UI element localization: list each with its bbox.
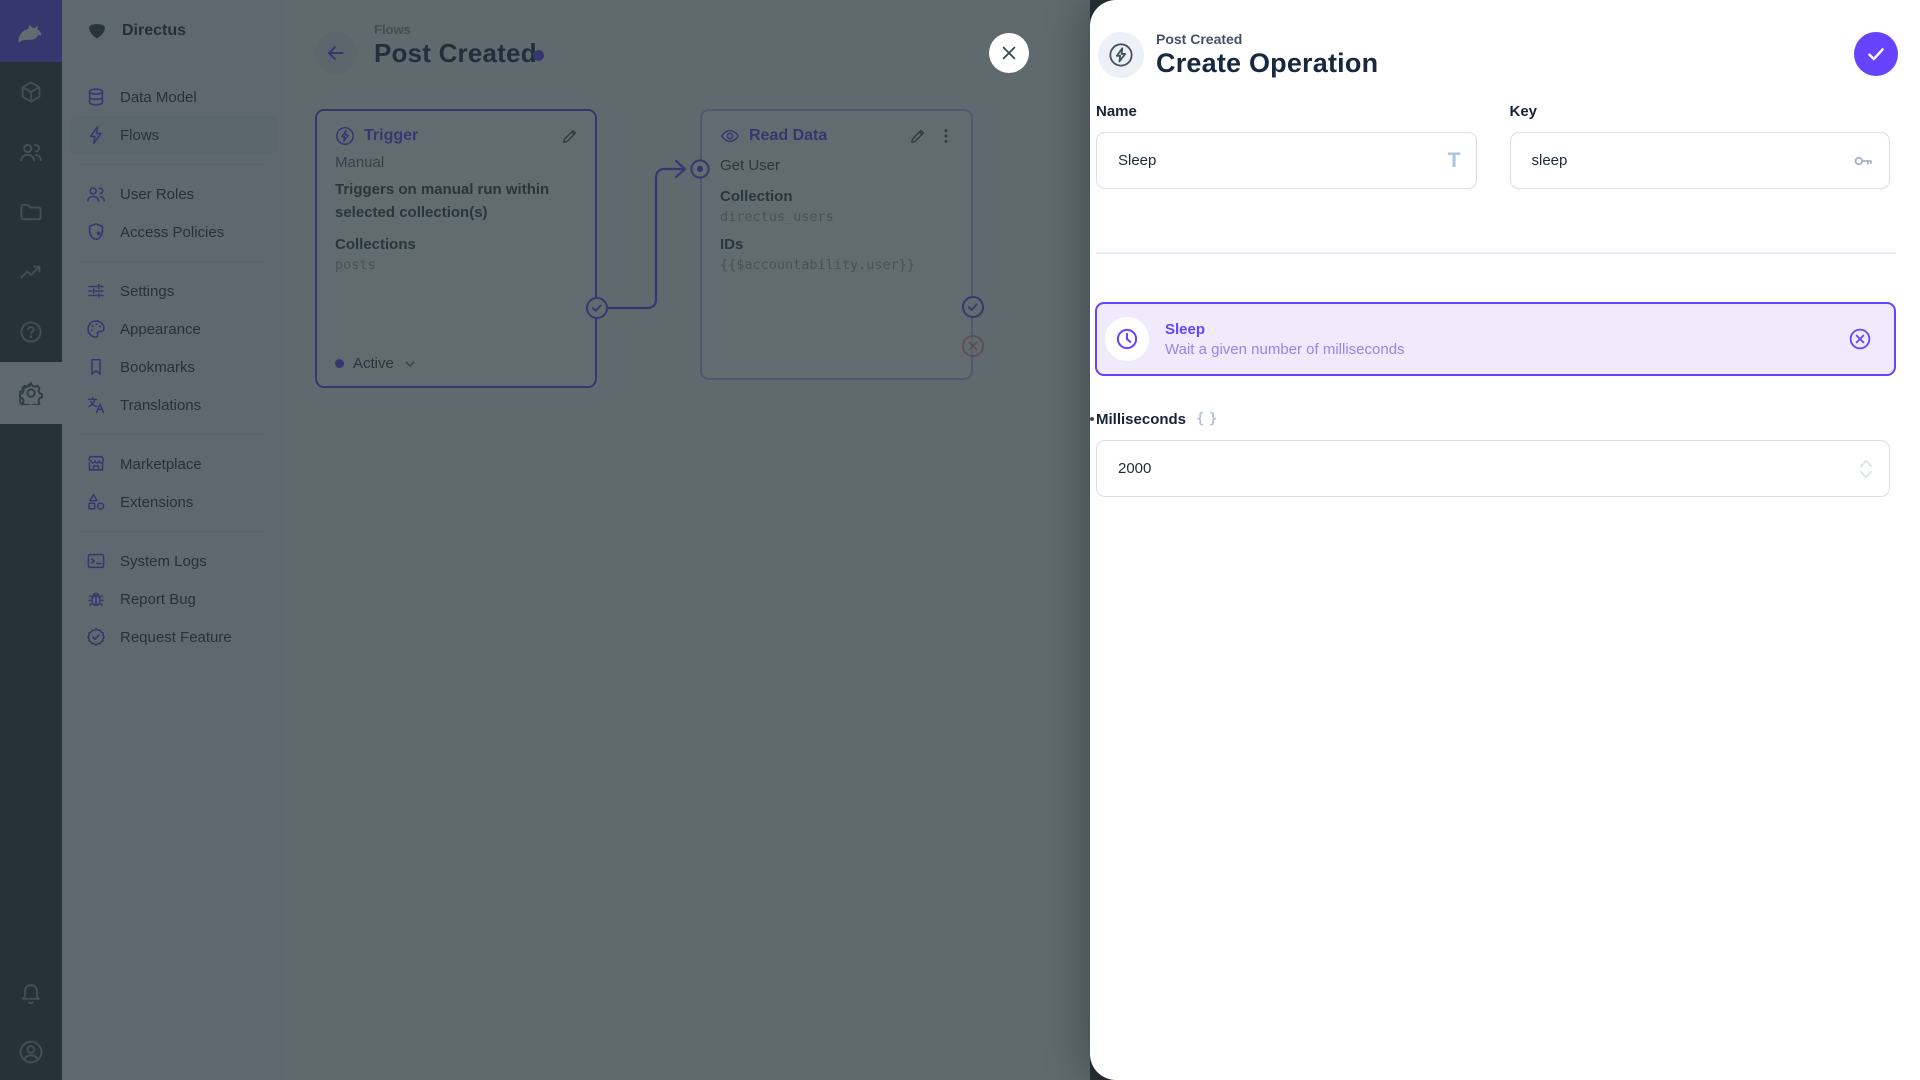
required-dot: [1090, 417, 1094, 421]
cancel-circle-icon: [1849, 328, 1871, 350]
number-stepper[interactable]: [1859, 459, 1873, 479]
create-operation-drawer: Post Created Create Operation Name Key: [1090, 0, 1920, 1080]
title-formatter-icon: [1448, 149, 1461, 173]
name-field-group: Name: [1096, 103, 1477, 189]
drawer-header: Post Created Create Operation: [1098, 31, 1890, 78]
clock-icon: [1116, 328, 1138, 350]
chevron-up-icon[interactable]: [1859, 459, 1873, 468]
check-icon: [1868, 48, 1884, 61]
milliseconds-field-label: Milliseconds: [1096, 410, 1187, 428]
close-drawer-button[interactable]: [989, 33, 1029, 73]
selected-operation-description: Wait a given number of milliseconds: [1165, 340, 1405, 358]
name-input[interactable]: [1096, 132, 1477, 189]
drawer-divider: [1096, 252, 1896, 254]
chevron-down-icon[interactable]: [1859, 470, 1873, 479]
raw-value-braces-icon[interactable]: [1196, 410, 1215, 428]
selected-operation-name: Sleep: [1165, 320, 1206, 338]
name-field-label: Name: [1096, 103, 1137, 120]
key-field-label: Key: [1509, 103, 1538, 120]
operation-avatar: [1105, 317, 1149, 361]
key-icon: [1854, 156, 1872, 165]
bolt-circle-icon: [1109, 43, 1133, 67]
key-field-group: Key: [1509, 103, 1890, 189]
drawer-title: Create Operation: [1156, 48, 1379, 78]
remove-operation-button[interactable]: [1848, 327, 1872, 351]
milliseconds-input[interactable]: [1096, 440, 1890, 497]
save-button[interactable]: [1854, 32, 1898, 76]
selected-operation-card[interactable]: Sleep Wait a given number of millisecond…: [1095, 302, 1896, 376]
close-icon: [1002, 46, 1016, 60]
milliseconds-field-group: Milliseconds: [1090, 410, 1890, 497]
drawer-header-icon-circle: [1098, 32, 1144, 78]
drawer-breadcrumb: Post Created: [1156, 31, 1243, 47]
key-input[interactable]: [1509, 132, 1890, 189]
